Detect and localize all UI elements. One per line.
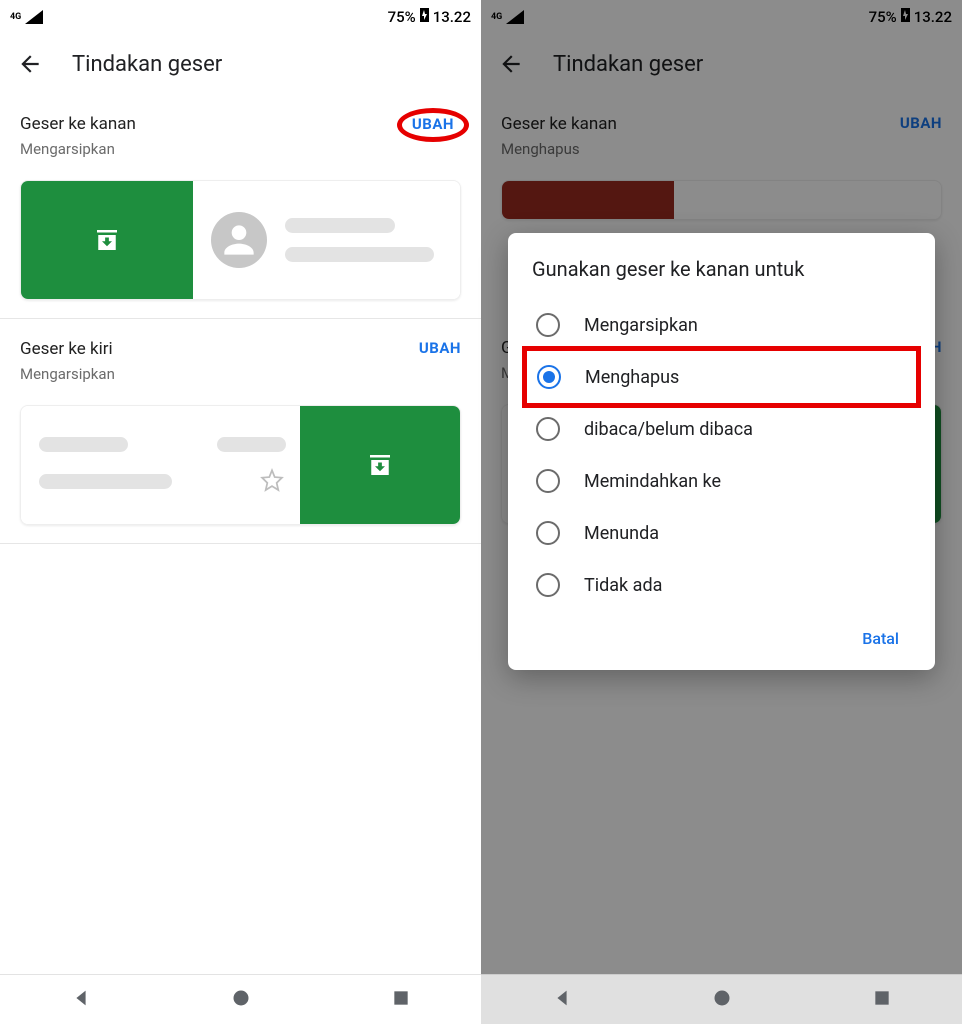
phone-right: 4G 75% 13.22 Tindakan geser Geser ke kan…: [481, 0, 962, 1024]
battery-pct: 75%: [388, 8, 416, 26]
radio-icon: [536, 469, 560, 493]
swipe-left-title: Geser ke kiri: [20, 339, 115, 359]
nav-back-icon[interactable]: [551, 987, 573, 1013]
placeholder-line: [217, 437, 286, 452]
nav-home-icon[interactable]: [231, 988, 251, 1012]
phone-left: 4G 75% 13.22 Tindakan geser Geser ke kan…: [0, 0, 481, 1024]
section-swipe-left: Geser ke kiri Mengarsipkan UBAH: [0, 319, 481, 544]
radio-icon: [536, 573, 560, 597]
archive-icon: [365, 450, 395, 480]
time-label: 13.22: [433, 8, 471, 26]
dialog-title: Gunakan geser ke kanan untuk: [532, 257, 911, 281]
radio-label: Mengarsipkan: [584, 315, 698, 336]
radio-option-delete[interactable]: Menghapus: [522, 346, 921, 408]
nav-back-icon[interactable]: [70, 987, 92, 1013]
status-bar: 4G 75% 13.22: [0, 0, 481, 34]
radio-option-archive[interactable]: Mengarsipkan: [532, 299, 911, 351]
swipe-left-change-button[interactable]: UBAH: [419, 339, 461, 357]
placeholder-line: [39, 437, 128, 452]
radio-option-snooze[interactable]: Menunda: [532, 507, 911, 559]
radio-option-none[interactable]: Tidak ada: [532, 559, 911, 611]
swipe-right-body: [193, 181, 460, 299]
placeholder-line: [285, 218, 395, 233]
back-button[interactable]: [8, 42, 52, 86]
battery-charging-icon: [419, 7, 430, 27]
radio-icon: [536, 313, 560, 337]
avatar-icon: [211, 212, 267, 268]
radio-label: Menghapus: [585, 367, 679, 388]
placeholder-line: [39, 474, 172, 489]
radio-option-read-unread[interactable]: dibaca/belum dibaca: [532, 403, 911, 455]
swipe-left-body: [21, 406, 300, 524]
nav-recent-icon[interactable]: [391, 988, 411, 1012]
swipe-right-preview: [20, 180, 461, 300]
nav-bar: [0, 974, 481, 1024]
radio-label: Memindahkan ke: [584, 471, 721, 492]
placeholder-line: [285, 247, 434, 262]
placeholder-lines: [285, 218, 442, 262]
archive-icon: [92, 225, 122, 255]
swipe-right-title: Geser ke kanan: [20, 114, 136, 134]
radio-icon: [536, 521, 560, 545]
network-label: 4G: [10, 13, 21, 21]
app-bar: Tindakan geser: [0, 34, 481, 94]
page-title: Tindakan geser: [72, 52, 222, 77]
radio-icon: [537, 365, 561, 389]
star-outline-icon: [258, 466, 286, 498]
swipe-action-dialog: Gunakan geser ke kanan untuk Mengarsipka…: [508, 233, 935, 670]
section-swipe-right: Geser ke kanan Mengarsipkan UBAH: [0, 94, 481, 319]
signal-icon: [25, 10, 43, 24]
radio-label: Tidak ada: [584, 575, 662, 596]
radio-option-move-to[interactable]: Memindahkan ke: [532, 455, 911, 507]
radio-icon: [536, 417, 560, 441]
nav-home-icon[interactable]: [712, 988, 732, 1012]
radio-label: Menunda: [584, 523, 659, 544]
swipe-left-sub: Mengarsipkan: [20, 365, 115, 383]
swipe-right-color: [21, 181, 193, 299]
nav-recent-icon[interactable]: [872, 988, 892, 1012]
dialog-cancel-button[interactable]: Batal: [850, 621, 911, 656]
swipe-right-sub: Mengarsipkan: [20, 140, 136, 158]
nav-bar: [481, 974, 962, 1024]
swipe-left-preview: [20, 405, 461, 525]
radio-list: Mengarsipkan Menghapus dibaca/belum diba…: [532, 299, 911, 611]
swipe-left-color: [300, 406, 460, 524]
swipe-right-change-button[interactable]: UBAH: [397, 108, 469, 142]
radio-label: dibaca/belum dibaca: [584, 419, 753, 440]
arrow-back-icon: [17, 51, 43, 77]
